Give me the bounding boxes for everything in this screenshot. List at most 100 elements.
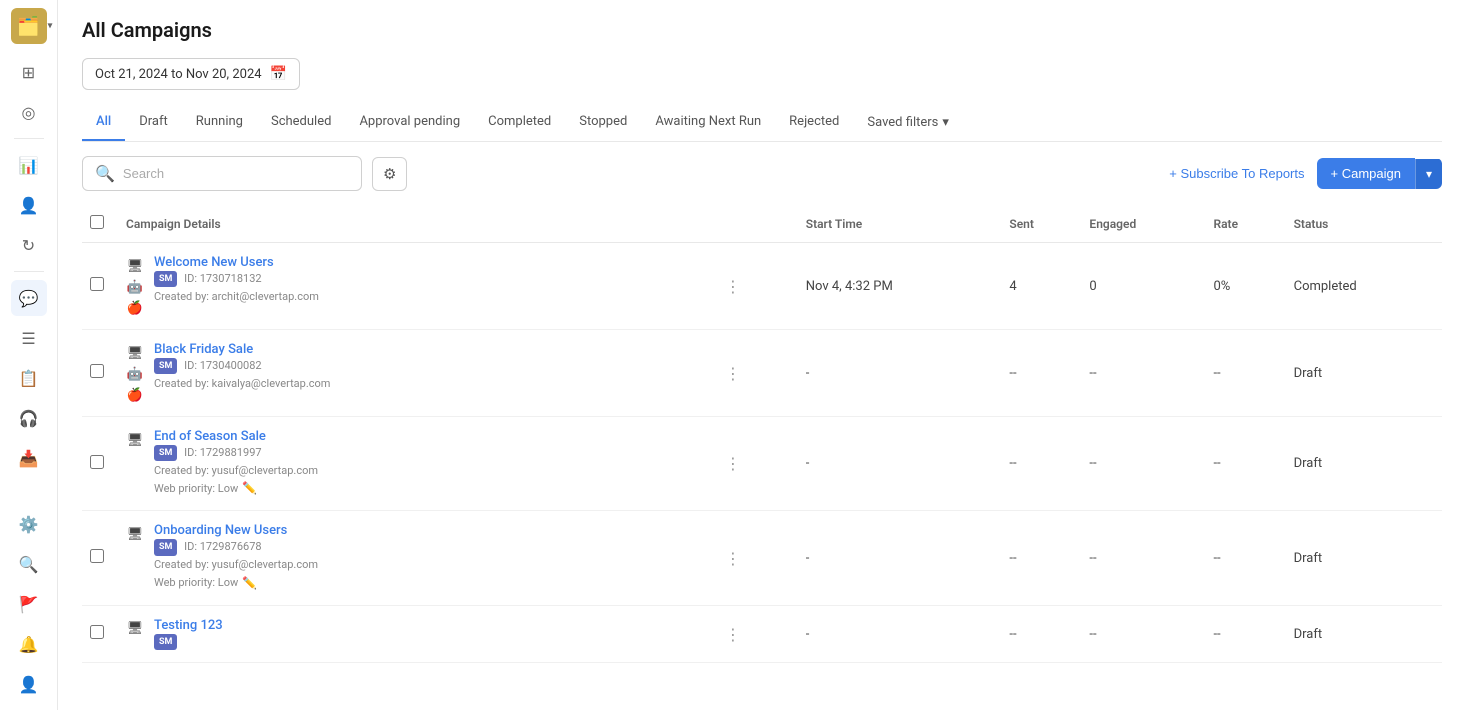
campaign-meta: SM: [154, 633, 703, 651]
report-icon[interactable]: 📋: [11, 360, 47, 396]
date-range-filter[interactable]: Oct 21, 2024 to Nov 20, 2024 📅: [82, 58, 300, 90]
row-checkbox-cell[interactable]: [82, 330, 118, 417]
tab-draft[interactable]: Draft: [125, 104, 182, 141]
campaign-name[interactable]: Onboarding New Users: [154, 523, 287, 538]
campaign-name[interactable]: Testing 123: [154, 618, 223, 633]
table-row: 🖥🤖🍎 Welcome New Users SM ID: 1730718132C…: [82, 243, 1442, 330]
row-actions-cell[interactable]: ⋮: [711, 511, 798, 605]
rate-cell: --: [1205, 330, 1285, 417]
device-icons-col: 🖥 🤖 🍎: [126, 342, 144, 404]
sent-cell: --: [1001, 417, 1081, 511]
users-icon[interactable]: 👤: [11, 187, 47, 223]
sm-badge: SM: [154, 634, 177, 650]
logo-emoji: 🗂️: [17, 16, 39, 37]
engaged-cell: --: [1081, 511, 1205, 605]
sidebar-bottom: ⚙️ 🔍 🚩 🔔 👤: [11, 506, 47, 702]
status-cell: Completed: [1286, 243, 1442, 330]
campaign-name[interactable]: Welcome New Users: [154, 255, 274, 270]
date-range-label: Oct 21, 2024 to Nov 20, 2024: [95, 67, 262, 82]
row-checkbox[interactable]: [90, 364, 104, 378]
flag-icon[interactable]: 🚩: [11, 586, 47, 622]
chat-icon[interactable]: 💬: [11, 280, 47, 316]
inbox-icon[interactable]: 📥: [11, 440, 47, 476]
edit-priority-icon[interactable]: ✏️: [242, 479, 257, 498]
grid-icon[interactable]: ⊞: [11, 54, 47, 90]
row-menu-button[interactable]: ⋮: [719, 450, 747, 477]
row-menu-button[interactable]: ⋮: [719, 545, 747, 572]
row-checkbox[interactable]: [90, 549, 104, 563]
row-checkbox[interactable]: [90, 625, 104, 639]
filter-button[interactable]: ⚙: [372, 157, 407, 191]
app-logo[interactable]: 🗂️: [11, 8, 47, 44]
bar-chart-icon[interactable]: 📊: [11, 147, 47, 183]
tab-approval-pending[interactable]: Approval pending: [345, 104, 474, 141]
row-actions-cell[interactable]: ⋮: [711, 330, 798, 417]
start-time-header: Start Time: [798, 205, 1002, 243]
row-actions-cell[interactable]: ⋮: [711, 417, 798, 511]
create-campaign-button[interactable]: + Campaign: [1317, 158, 1415, 189]
campaigns-table-container: Campaign Details Start Time Sent Engaged…: [58, 205, 1466, 710]
sent-cell: 4: [1001, 243, 1081, 330]
table-row: 🖥🤖🍎 Black Friday Sale SM ID: 1730400082C…: [82, 330, 1442, 417]
tab-completed[interactable]: Completed: [474, 104, 565, 141]
row-actions-cell[interactable]: ⋮: [711, 243, 798, 330]
status-cell: Draft: [1286, 330, 1442, 417]
row-checkbox[interactable]: [90, 455, 104, 469]
tab-awaiting-next-run[interactable]: Awaiting Next Run: [641, 104, 775, 141]
table-row: 🖥 Onboarding New Users SM ID: 1729876678…: [82, 511, 1442, 605]
edit-priority-icon[interactable]: ✏️: [242, 574, 257, 593]
search-input[interactable]: [123, 166, 349, 181]
row-checkbox-cell[interactable]: [82, 417, 118, 511]
tab-scheduled[interactable]: Scheduled: [257, 104, 345, 141]
campaign-name[interactable]: End of Season Sale: [154, 429, 266, 444]
tab-running[interactable]: Running: [182, 104, 257, 141]
engaged-cell: --: [1081, 417, 1205, 511]
row-menu-button[interactable]: ⋮: [719, 360, 747, 387]
campaign-meta: SM ID: 1729881997Created by: yusuf@cleve…: [154, 444, 703, 498]
toolbar-right: + Subscribe To Reports + Campaign ▾: [1169, 158, 1442, 189]
saved-filters-label: Saved filters: [867, 115, 938, 130]
device-icon: 🤖: [126, 365, 144, 383]
row-checkbox-cell[interactable]: [82, 511, 118, 605]
row-actions-cell[interactable]: ⋮: [711, 605, 798, 663]
campaign-tabs: All Draft Running Scheduled Approval pen…: [82, 104, 1442, 142]
campaign-name[interactable]: Black Friday Sale: [154, 342, 253, 357]
saved-filters-tab[interactable]: Saved filters ▾: [853, 105, 963, 140]
start-time-cell: Nov 4, 4:32 PM: [798, 243, 1002, 330]
person-icon[interactable]: 👤: [11, 666, 47, 702]
list-icon[interactable]: ☰: [11, 320, 47, 356]
row-checkbox-cell[interactable]: [82, 243, 118, 330]
table-row: 🖥 End of Season Sale SM ID: 1729881997Cr…: [82, 417, 1442, 511]
bell-icon[interactable]: 🔔: [11, 626, 47, 662]
search-people-icon[interactable]: 🔍: [11, 546, 47, 582]
device-icon: 🖥: [126, 344, 144, 362]
create-campaign-dropdown-button[interactable]: ▾: [1415, 159, 1442, 189]
filter-icon: ⚙: [383, 165, 396, 183]
tab-rejected[interactable]: Rejected: [775, 104, 853, 141]
subscribe-to-reports-button[interactable]: + Subscribe To Reports: [1169, 166, 1304, 181]
rate-cell: 0%: [1205, 243, 1285, 330]
start-time-cell: -: [798, 417, 1002, 511]
campaign-details-cell: 🖥🤖🍎 Welcome New Users SM ID: 1730718132C…: [118, 243, 711, 330]
activity-icon[interactable]: ◎: [11, 94, 47, 130]
device-icon: 🖥: [126, 431, 144, 449]
settings-icon[interactable]: ⚙️: [11, 506, 47, 542]
sm-badge: SM: [154, 539, 177, 555]
search-box[interactable]: 🔍: [82, 156, 362, 191]
device-icons-col: 🖥: [126, 429, 144, 449]
page-title: All Campaigns: [82, 18, 1442, 42]
select-all-header[interactable]: [82, 205, 118, 243]
row-checkbox[interactable]: [90, 277, 104, 291]
tab-stopped[interactable]: Stopped: [565, 104, 641, 141]
support-icon[interactable]: 🎧: [11, 400, 47, 436]
row-checkbox-cell[interactable]: [82, 605, 118, 663]
sm-badge: SM: [154, 271, 177, 287]
device-icon: 🍎: [126, 386, 144, 404]
calendar-icon: 📅: [270, 66, 287, 82]
select-all-checkbox[interactable]: [90, 215, 104, 229]
tab-all[interactable]: All: [82, 104, 125, 141]
row-menu-button[interactable]: ⋮: [719, 273, 747, 300]
campaign-info: Onboarding New Users SM ID: 1729876678Cr…: [154, 523, 703, 592]
refresh-icon[interactable]: ↻: [11, 227, 47, 263]
row-menu-button[interactable]: ⋮: [719, 621, 747, 648]
